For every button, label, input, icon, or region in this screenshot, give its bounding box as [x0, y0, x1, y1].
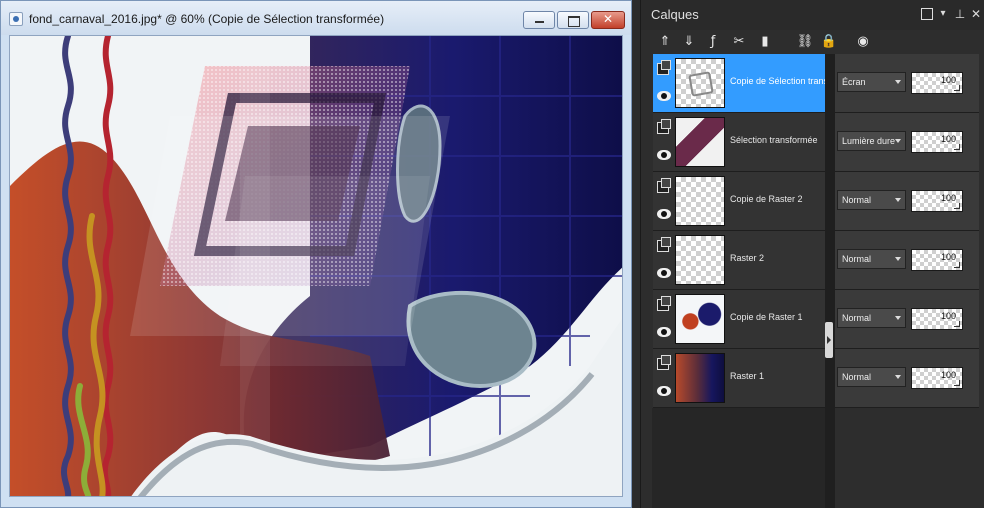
blend-mode-value: Normal	[842, 313, 872, 323]
palette-divider	[825, 54, 835, 508]
blend-mode-select[interactable]: Normal	[837, 249, 906, 269]
chevron-down-icon	[895, 375, 901, 379]
eye-icon[interactable]	[657, 268, 671, 278]
layer-mask-icon[interactable]: ▮	[755, 32, 775, 52]
layer-thumbnail	[675, 117, 725, 167]
opacity-field[interactable]: 100	[911, 190, 963, 212]
blend-mode-value: Normal	[842, 254, 872, 264]
layer-row-label-area[interactable]: Raster 2	[653, 231, 827, 289]
lock-transparency-icon[interactable]: 🔒	[819, 32, 839, 52]
eye-icon[interactable]	[657, 91, 671, 101]
layer-thumbnail	[675, 294, 725, 344]
eye-icon[interactable]	[657, 327, 671, 337]
move-layer-down-icon[interactable]: ⇓	[679, 32, 699, 52]
blend-mode-select[interactable]: Normal	[837, 190, 906, 210]
palette-close-icon[interactable]: ✕	[970, 8, 982, 20]
chevron-down-icon	[895, 257, 901, 261]
layer-name: Raster 2	[730, 253, 765, 263]
layer-group-icon[interactable]	[657, 296, 671, 311]
chevron-down-icon	[895, 80, 901, 84]
layer-name: Copie de Sélection transf	[730, 76, 826, 86]
eye-icon[interactable]	[657, 386, 671, 396]
layers-empty-area	[652, 408, 826, 508]
blend-mode-select[interactable]: Normal	[837, 308, 906, 328]
chevron-down-icon	[895, 139, 901, 143]
layer-group-icon[interactable]	[657, 178, 671, 193]
layer-thumbnail	[675, 176, 725, 226]
layer-name: Raster 1	[730, 371, 765, 381]
link-layers-icon[interactable]: ⛓	[795, 32, 815, 52]
layer-name: Copie de Raster 1	[730, 312, 803, 322]
palette-menu-icon[interactable]: ▾	[937, 8, 949, 20]
opacity-field[interactable]: 100	[911, 249, 963, 271]
layer-group-icon[interactable]	[657, 119, 671, 134]
selection-thumb-icon	[688, 71, 714, 97]
layer-row-label-area[interactable]: Sélection transformée	[653, 113, 827, 171]
layer-group-icon[interactable]	[657, 355, 671, 370]
maximize-button[interactable]	[557, 11, 589, 29]
layer-thumbnail	[675, 235, 725, 285]
close-button[interactable]: ✕	[591, 11, 625, 29]
layer-name: Sélection transformée	[730, 135, 818, 145]
layer-row-selection-transformee[interactable]: Sélection transformée Lumière dure 100	[653, 113, 979, 172]
eye-icon[interactable]	[657, 150, 671, 160]
layer-row-label-area[interactable]: Copie de Sélection transf	[653, 54, 827, 112]
layers-toolbar: ⇑ ⇓ ƒ ✂ ▮ ⛓ 🔒 ◉	[649, 30, 979, 54]
blend-mode-value: Normal	[842, 372, 872, 382]
delete-layer-icon[interactable]: ✂	[729, 32, 749, 52]
layer-row-raster-1[interactable]: Raster 1 Normal 100	[653, 349, 979, 408]
minimize-button[interactable]	[523, 11, 555, 29]
chevron-down-icon	[895, 316, 901, 320]
layer-row-label-area[interactable]: Copie de Raster 1	[653, 290, 827, 348]
layer-thumbnail	[675, 58, 725, 108]
document-app-icon	[9, 12, 23, 26]
image-canvas[interactable]	[9, 35, 623, 497]
opacity-field[interactable]: 100	[911, 367, 963, 389]
document-window: fond_carnaval_2016.jpg* @ 60% (Copie de …	[0, 0, 632, 508]
layer-group-icon[interactable]	[657, 60, 671, 75]
palette-collapse-handle[interactable]	[825, 322, 833, 358]
palette-title: Calques	[651, 7, 699, 22]
layer-row-label-area[interactable]: Copie de Raster 2	[653, 172, 827, 230]
layer-effects-icon[interactable]: ƒ	[703, 32, 723, 52]
move-layer-up-icon[interactable]: ⇑	[655, 32, 675, 52]
palette-restore-icon[interactable]	[921, 8, 933, 20]
blend-mode-value: Normal	[842, 195, 872, 205]
document-titlebar[interactable]: fond_carnaval_2016.jpg* @ 60% (Copie de …	[1, 1, 631, 35]
canvas-artwork	[10, 36, 622, 496]
opacity-field[interactable]: 100	[911, 72, 963, 94]
blend-mode-value: Lumière dure	[842, 136, 896, 146]
blend-mode-select[interactable]: Normal	[837, 367, 906, 387]
palette-pin-icon[interactable]: ⊥	[954, 8, 966, 20]
palette-header[interactable]: Calques ▾ ⊥ ✕	[641, 0, 984, 30]
document-title: fond_carnaval_2016.jpg* @ 60% (Copie de …	[29, 12, 385, 26]
opacity-field[interactable]: 100	[911, 308, 963, 330]
blend-mode-value: Écran	[842, 77, 866, 87]
blend-mode-select[interactable]: Écran	[837, 72, 906, 92]
layer-row-copie-de-raster-1[interactable]: Copie de Raster 1 Normal 100	[653, 290, 979, 349]
layer-group-icon[interactable]	[657, 237, 671, 252]
blend-mode-select[interactable]: Lumière dure	[837, 131, 906, 151]
layer-row-raster-2[interactable]: Raster 2 Normal 100	[653, 231, 979, 290]
layer-row-label-area[interactable]: Raster 1	[653, 349, 827, 407]
layers-list: Copie de Sélection transf Écran 100 Séle…	[653, 54, 979, 408]
chevron-down-icon	[895, 198, 901, 202]
layer-thumbnail	[675, 353, 725, 403]
eye-icon[interactable]	[657, 209, 671, 219]
opacity-field[interactable]: 100	[911, 131, 963, 153]
layer-row-copie-de-selection-transformee[interactable]: Copie de Sélection transf Écran 100	[653, 54, 979, 113]
layer-row-copie-de-raster-2[interactable]: Copie de Raster 2 Normal 100	[653, 172, 979, 231]
layer-properties-icon[interactable]: ◉	[853, 32, 873, 52]
layer-name: Copie de Raster 2	[730, 194, 803, 204]
